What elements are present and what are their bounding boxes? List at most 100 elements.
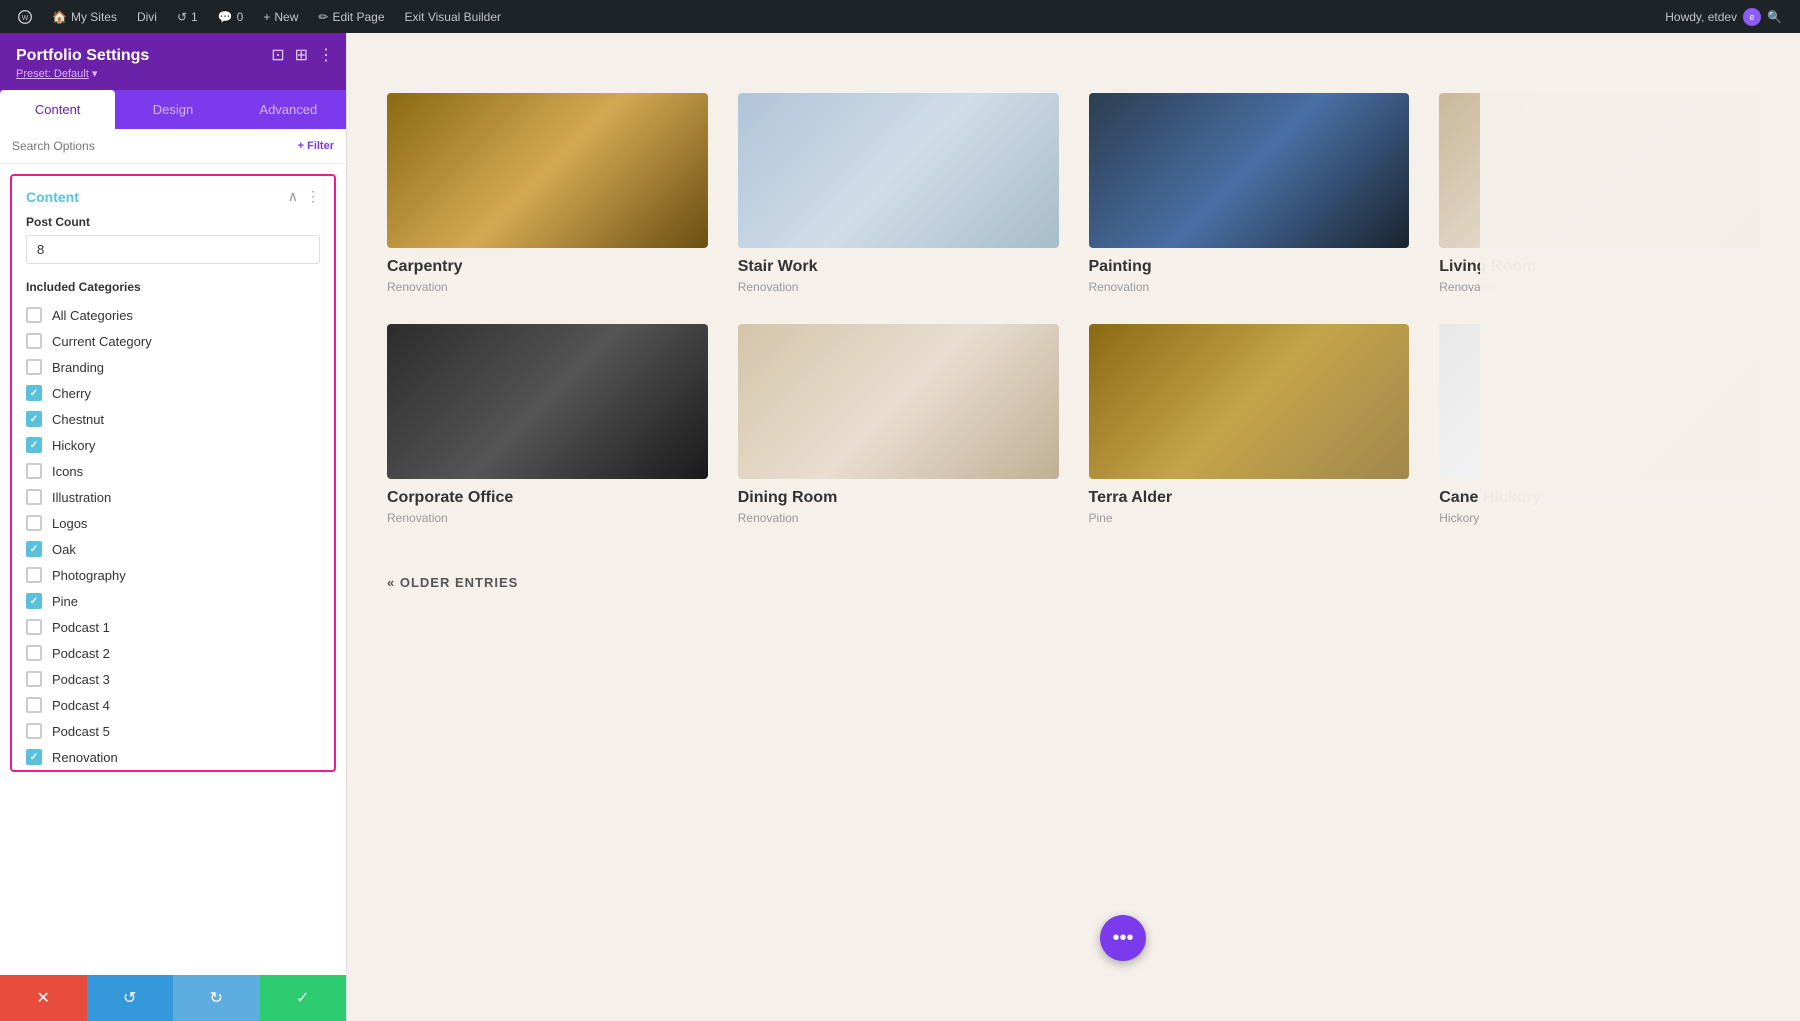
category-name: Podcast 1 [52, 620, 110, 635]
section-controls: ∧ ⋮ [288, 188, 320, 205]
category-item[interactable]: Renovation [12, 744, 334, 770]
category-item[interactable]: Icons [12, 458, 334, 484]
portfolio-item-category: Pine [1089, 511, 1410, 525]
category-checkbox[interactable] [26, 567, 42, 583]
category-item[interactable]: Oak [12, 536, 334, 562]
category-item[interactable]: Current Category [12, 328, 334, 354]
category-checkbox[interactable] [26, 593, 42, 609]
portfolio-thumbnail [738, 93, 1059, 248]
category-item[interactable]: Cherry [12, 380, 334, 406]
category-item[interactable]: Branding [12, 354, 334, 380]
category-checkbox[interactable] [26, 437, 42, 453]
category-checkbox[interactable] [26, 359, 42, 375]
portfolio-item[interactable]: Terra AlderPine [1089, 324, 1410, 525]
category-checkbox[interactable] [26, 411, 42, 427]
right-panel-overlay [1480, 33, 1800, 1021]
portfolio-item[interactable]: CarpentryRenovation [387, 93, 708, 294]
category-checkbox[interactable] [26, 697, 42, 713]
comments[interactable]: 💬 0 [210, 0, 252, 33]
category-name: Pine [52, 594, 78, 609]
more-icon[interactable]: ⋮ [318, 45, 334, 65]
tab-content[interactable]: Content [0, 90, 115, 129]
header-icons: ⊡ ⊞ ⋮ [271, 45, 334, 65]
section-header: Content ∧ ⋮ [12, 176, 334, 215]
category-checkbox[interactable] [26, 671, 42, 687]
category-checkbox[interactable] [26, 307, 42, 323]
category-item[interactable]: Photography [12, 562, 334, 588]
category-checkbox[interactable] [26, 463, 42, 479]
portfolio-item-title: Corporate Office [387, 489, 708, 507]
category-name: Chestnut [52, 412, 104, 427]
category-checkbox[interactable] [26, 723, 42, 739]
wp-icon[interactable]: W [10, 0, 40, 33]
filter-button[interactable]: + Filter [298, 140, 334, 152]
category-item[interactable]: Podcast 3 [12, 666, 334, 692]
category-name: Podcast 4 [52, 698, 110, 713]
settings-preset[interactable]: Preset: Default ▾ [16, 67, 330, 80]
category-name: Icons [52, 464, 83, 479]
copy-icon[interactable]: ⊡ [271, 45, 284, 65]
category-name: Photography [52, 568, 126, 583]
category-checkbox[interactable] [26, 385, 42, 401]
section-menu-icon[interactable]: ⋮ [306, 188, 320, 205]
grid-icon[interactable]: ⊞ [295, 45, 308, 65]
save-button[interactable]: ✓ [260, 975, 347, 1021]
categories-label: Included Categories [12, 276, 334, 302]
category-checkbox[interactable] [26, 489, 42, 505]
right-content: CarpentryRenovationStair WorkRenovationP… [347, 33, 1800, 1021]
category-name: Oak [52, 542, 76, 557]
category-item[interactable]: All Categories [12, 302, 334, 328]
category-name: Logos [52, 516, 87, 531]
category-checkbox[interactable] [26, 541, 42, 557]
redo-button[interactable]: ↻ [173, 975, 260, 1021]
portfolio-item[interactable]: Stair WorkRenovation [738, 93, 1059, 294]
undo-button[interactable]: ↺ [87, 975, 174, 1021]
bottom-bar: ✕ ↺ ↻ ✓ [0, 975, 346, 1021]
category-item[interactable]: Podcast 1 [12, 614, 334, 640]
revisions[interactable]: ↺ 1 [169, 0, 206, 33]
category-item[interactable]: Pine [12, 588, 334, 614]
exit-visual-builder[interactable]: Exit Visual Builder [397, 0, 510, 33]
edit-page-button[interactable]: ✏ Edit Page [310, 0, 392, 33]
portfolio-item[interactable]: PaintingRenovation [1089, 93, 1410, 294]
older-entries-link[interactable]: « OLDER ENTRIES [387, 575, 518, 590]
category-name: Podcast 3 [52, 672, 110, 687]
category-item[interactable]: Logos [12, 510, 334, 536]
portfolio-item-category: Renovation [1089, 280, 1410, 294]
portfolio-item-title: Carpentry [387, 258, 708, 276]
float-action-button[interactable]: ••• [1100, 915, 1146, 961]
category-checkbox[interactable] [26, 515, 42, 531]
portfolio-thumbnail [387, 324, 708, 479]
divi-menu[interactable]: Divi [129, 0, 165, 33]
my-sites[interactable]: 🏠 My Sites [44, 0, 125, 33]
search-input[interactable] [12, 139, 290, 153]
cancel-button[interactable]: ✕ [0, 975, 87, 1021]
new-button[interactable]: + New [255, 0, 306, 33]
category-item[interactable]: Podcast 2 [12, 640, 334, 666]
category-item[interactable]: Hickory [12, 432, 334, 458]
portfolio-thumbnail [1089, 324, 1410, 479]
left-panel: Portfolio Settings Preset: Default ▾ ⊡ ⊞… [0, 33, 347, 1021]
post-count-input[interactable] [26, 235, 320, 264]
category-checkbox[interactable] [26, 333, 42, 349]
portfolio-thumbnail [387, 93, 708, 248]
content-section: Content ∧ ⋮ Post Count Included Categori… [10, 174, 336, 772]
category-name: Podcast 2 [52, 646, 110, 661]
portfolio-item[interactable]: Corporate OfficeRenovation [387, 324, 708, 525]
portfolio-item[interactable]: Dining RoomRenovation [738, 324, 1059, 525]
panel-content: Content ∧ ⋮ Post Count Included Categori… [0, 164, 346, 975]
category-item[interactable]: Podcast 5 [12, 718, 334, 744]
main-layout: Portfolio Settings Preset: Default ▾ ⊡ ⊞… [0, 33, 1800, 1021]
category-checkbox[interactable] [26, 645, 42, 661]
category-checkbox[interactable] [26, 749, 42, 765]
category-item[interactable]: Illustration [12, 484, 334, 510]
avatar: e [1743, 8, 1761, 26]
admin-bar: W 🏠 My Sites Divi ↺ 1 💬 0 + New ✏ Edit P… [0, 0, 1800, 33]
portfolio-item-title: Stair Work [738, 258, 1059, 276]
chevron-up-icon[interactable]: ∧ [288, 188, 298, 205]
category-item[interactable]: Chestnut [12, 406, 334, 432]
tab-design[interactable]: Design [115, 90, 230, 129]
category-checkbox[interactable] [26, 619, 42, 635]
category-item[interactable]: Podcast 4 [12, 692, 334, 718]
tab-advanced[interactable]: Advanced [231, 90, 346, 129]
